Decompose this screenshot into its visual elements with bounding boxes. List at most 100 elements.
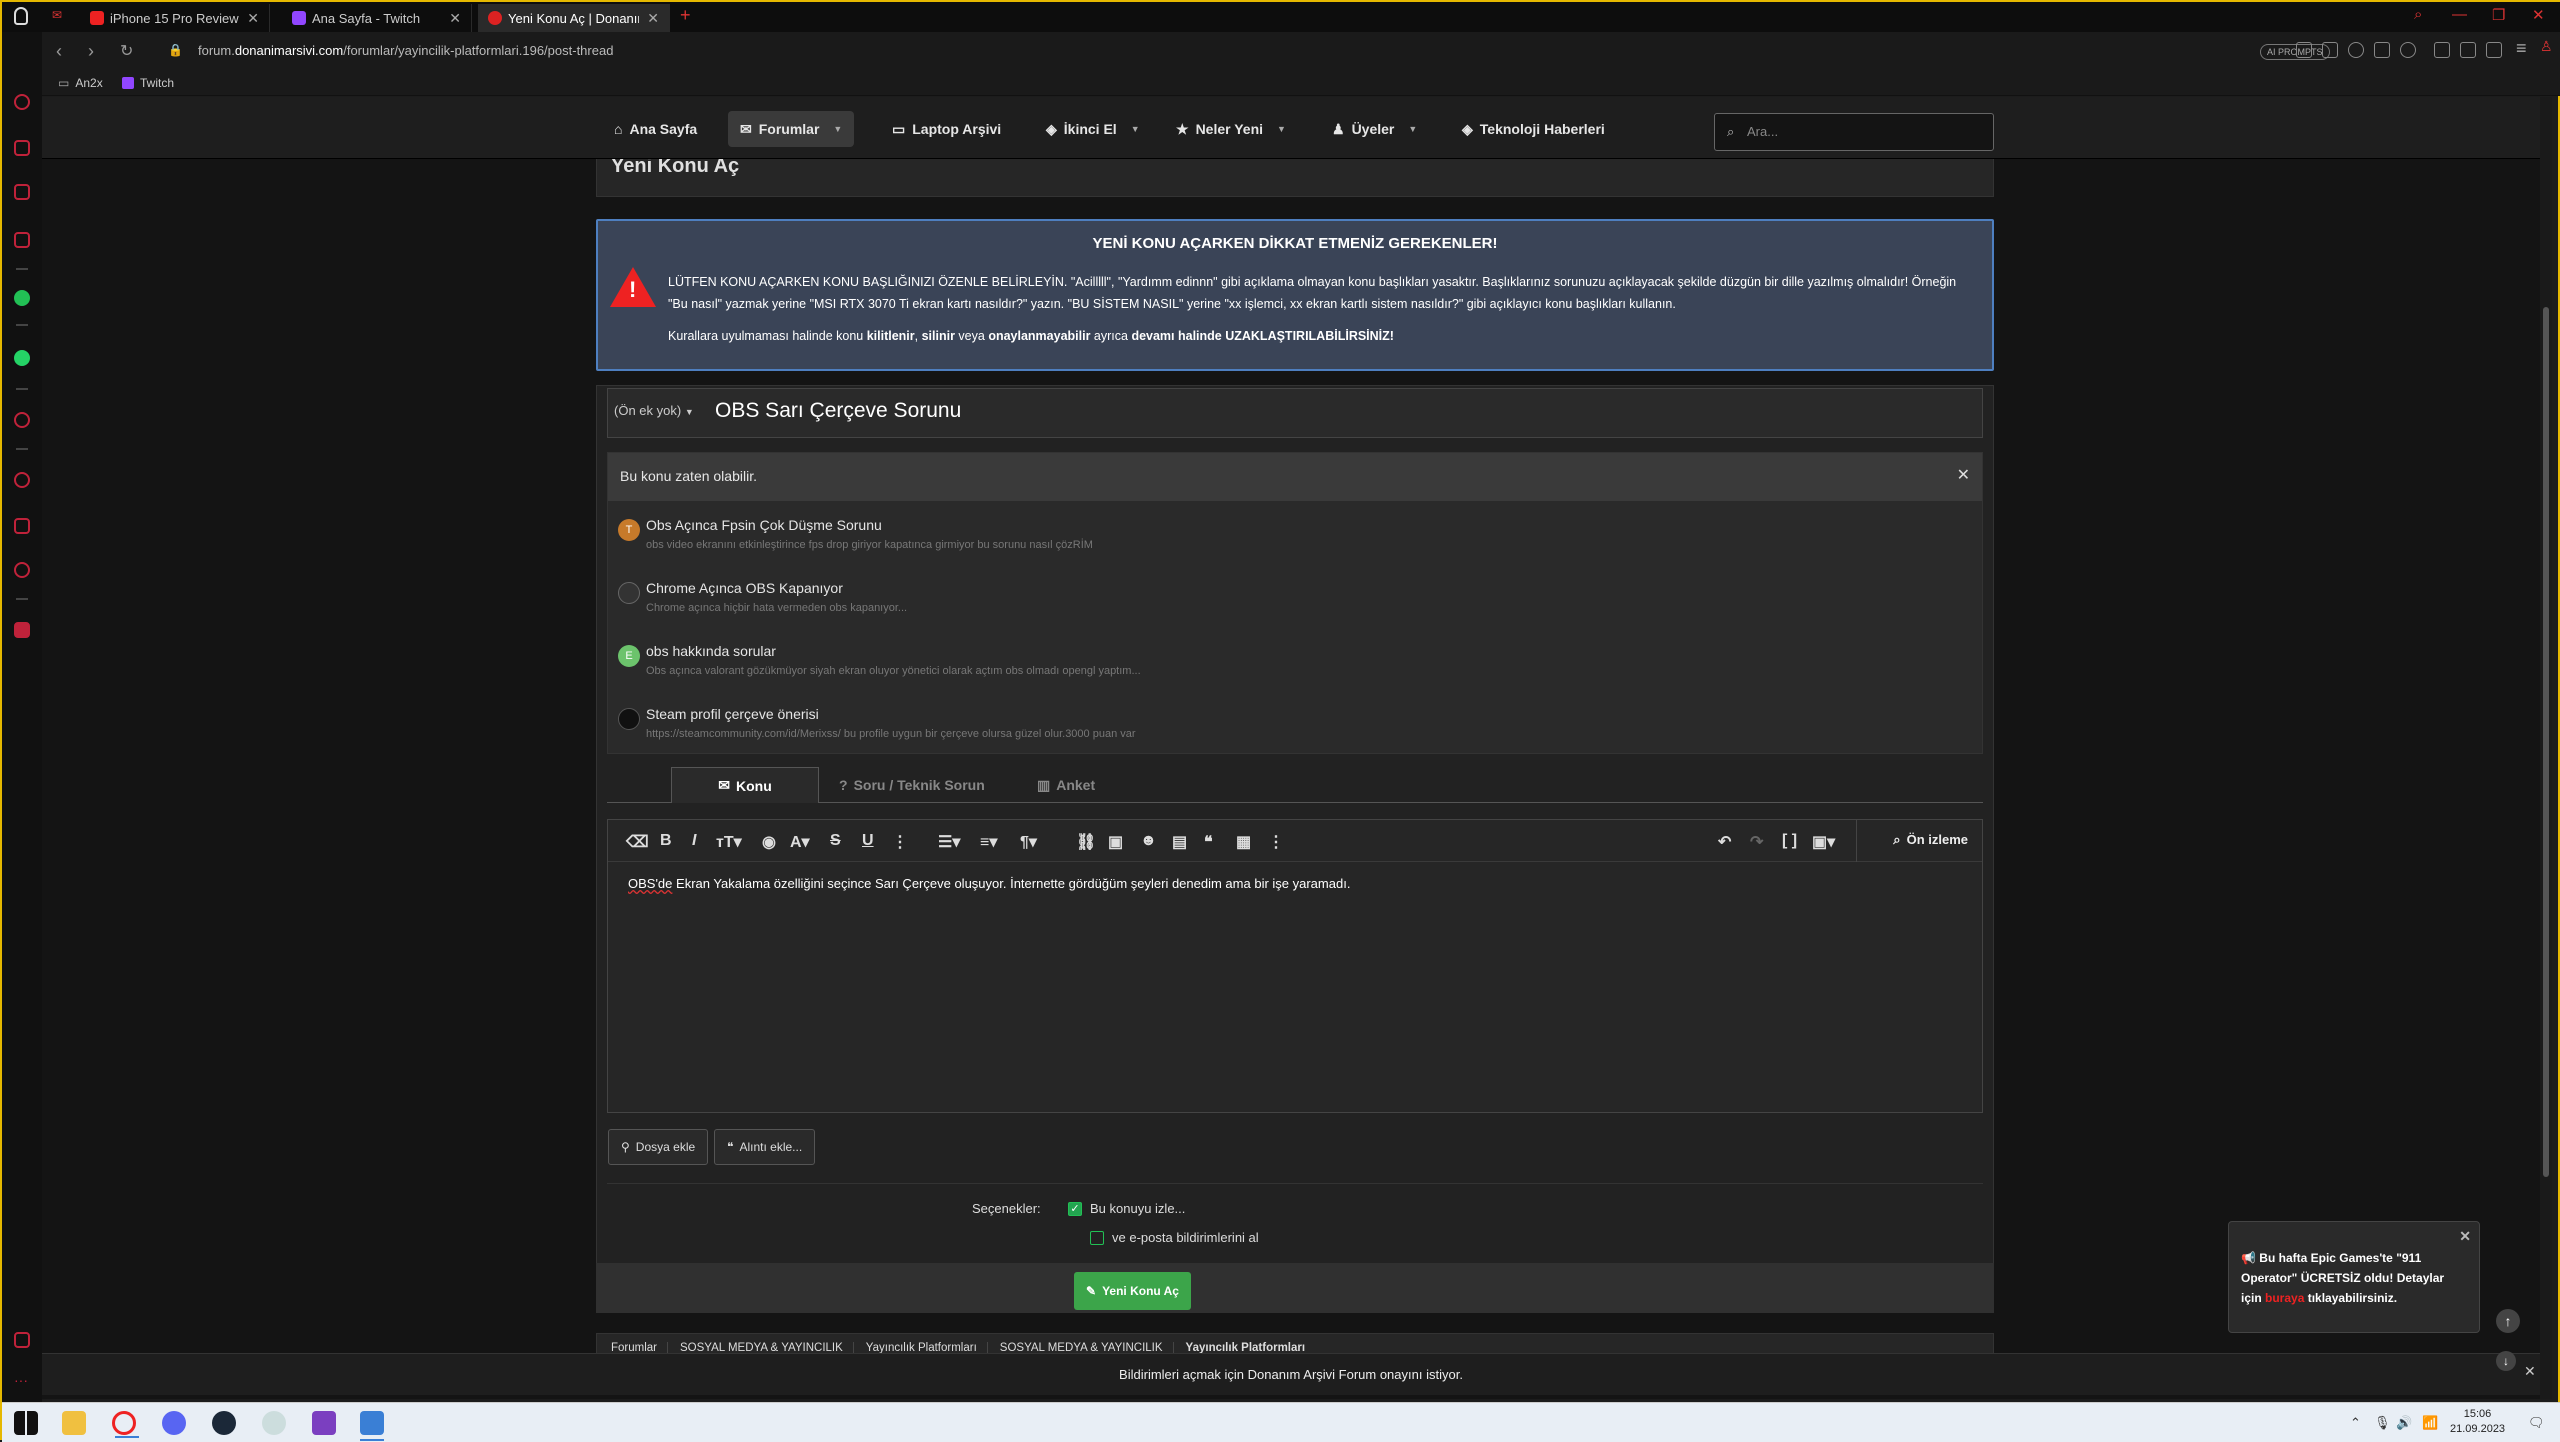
save-draft-icon[interactable]: ▣▾ — [1812, 832, 1835, 852]
close-icon[interactable]: ✕ — [2459, 1226, 2471, 1246]
insert-quote-button[interactable]: ❝ Alıntı ekle... — [714, 1129, 816, 1165]
app-taskbar-icon[interactable] — [262, 1411, 286, 1435]
similar-thread-title[interactable]: Obs Açınca Fpsin Çok Düşme Sorunu — [646, 517, 882, 533]
minimize-icon[interactable]: — — [2452, 6, 2467, 23]
settings-icon[interactable] — [2486, 42, 2502, 58]
maximize-icon[interactable]: ❐ — [2492, 6, 2505, 24]
player-icon[interactable] — [14, 412, 30, 428]
close-icon[interactable]: ✕ — [1957, 465, 1970, 485]
submit-thread-button[interactable]: ✎ Yeni Konu Aç — [1074, 1272, 1191, 1310]
quote-icon[interactable]: ❝ — [1204, 832, 1213, 852]
page-scrollbar[interactable] — [2540, 97, 2552, 1399]
similar-thread-item[interactable]: Steam profil çerçeve önerisi https://ste… — [618, 702, 1958, 758]
close-tab-icon[interactable]: ✕ — [449, 10, 461, 27]
edit-icon[interactable] — [2296, 42, 2312, 58]
watch-thread-label[interactable]: Bu konuyu izle... — [1090, 1201, 1185, 1216]
similar-thread-title[interactable]: Chrome Açınca OBS Kapanıyor — [646, 580, 843, 596]
tab-anket[interactable]: ▥ Anket — [1017, 767, 1115, 803]
bookmark-twitch[interactable]: Twitch — [122, 76, 174, 90]
redo-icon[interactable]: ↷ — [1750, 832, 1763, 852]
opera-gx-logo-icon[interactable] — [14, 7, 28, 25]
similar-thread-item[interactable]: T Obs Açınca Fpsin Çok Düşme Sorunu obs … — [618, 513, 1958, 569]
scroll-top-icon[interactable]: ↑ — [2496, 1309, 2520, 1333]
align-icon[interactable]: ≡▾ — [980, 832, 997, 852]
nav-laptop-arsivi[interactable]: ▭ Laptop Arşivi — [880, 111, 1013, 147]
windows-start-icon[interactable] — [14, 1411, 38, 1435]
eraser-icon[interactable]: ⌫ — [626, 832, 649, 852]
source-code-icon[interactable]: [ ] — [1782, 832, 1797, 850]
reload-icon[interactable]: ↻ — [120, 41, 133, 61]
discord-icon[interactable] — [14, 622, 30, 638]
gx-control-icon[interactable] — [14, 94, 30, 110]
instagram-icon[interactable] — [14, 232, 30, 248]
font-size-icon[interactable]: тT▾ — [716, 832, 742, 852]
close-tab-icon[interactable]: ✕ — [247, 10, 259, 27]
nav-forumlar[interactable]: ✉ Forumlar ▼ — [728, 111, 855, 147]
link-icon[interactable]: ⛓ — [1076, 832, 1096, 852]
email-notify-label[interactable]: ve e-posta bildirimlerini al — [1112, 1230, 1259, 1245]
play-icon[interactable] — [2374, 42, 2390, 58]
tab-twitch[interactable]: Ana Sayfa - Twitch ✕ — [282, 4, 472, 32]
obs-taskbar-icon[interactable] — [312, 1411, 336, 1435]
microphone-icon[interactable]: 🎙 — [2374, 1415, 2391, 1431]
tab-konu[interactable]: ✉ Konu — [671, 767, 819, 803]
underline-icon[interactable]: U — [862, 832, 874, 850]
whatsapp-icon[interactable] — [14, 350, 30, 366]
profile-icon[interactable]: ♙ — [2540, 38, 2556, 54]
image-icon[interactable]: ▣ — [1108, 832, 1123, 852]
bold-icon[interactable]: B — [660, 832, 672, 850]
nav-uyeler[interactable]: ♟ Üyeler ▼ — [1320, 111, 1429, 147]
volume-icon[interactable]: 🔊 — [2396, 1415, 2412, 1431]
more-text-icon[interactable]: ⋮ — [892, 832, 908, 852]
more-insert-icon[interactable]: ⋮ — [1268, 832, 1284, 852]
nav-ikinci-el[interactable]: ◈ İkinci El ▼ — [1034, 111, 1152, 147]
discord-taskbar-icon[interactable] — [162, 1411, 186, 1435]
media-icon[interactable]: ▤ — [1172, 832, 1187, 852]
tray-chevron-icon[interactable]: ⌃ — [2350, 1415, 2361, 1431]
gallery-icon[interactable] — [14, 1332, 30, 1348]
chevron-down-icon[interactable]: ▼ — [1277, 124, 1286, 134]
opera-gx-taskbar-icon[interactable] — [112, 1411, 139, 1438]
nav-ana-sayfa[interactable]: ⌂ Ana Sayfa — [602, 111, 709, 147]
back-icon[interactable]: ‹ — [56, 41, 62, 62]
similar-thread-item[interactable]: Chrome Açınca OBS Kapanıyor Chrome açınc… — [618, 576, 1958, 632]
extensions-icon[interactable] — [14, 518, 30, 534]
similar-thread-item[interactable]: E obs hakkında sorular Obs açınca valora… — [618, 639, 1958, 695]
notifications-icon[interactable]: 🗨 — [2528, 1415, 2545, 1431]
search-input[interactable]: ⌕ Ara... — [1714, 113, 1994, 151]
paragraph-icon[interactable]: ¶▾ — [1020, 832, 1037, 852]
preview-button[interactable]: ⌕ Ön izleme — [1893, 832, 1968, 848]
tab-iphone-review[interactable]: iPhone 15 Pro Review - Bet ✕ — [80, 4, 270, 32]
chevron-down-icon[interactable]: ▼ — [1131, 124, 1140, 134]
scroll-down-icon[interactable]: ↓ — [2496, 1351, 2516, 1371]
heart-icon[interactable] — [2400, 42, 2416, 58]
history-icon[interactable] — [14, 472, 30, 488]
settings-sidebar-icon[interactable] — [14, 562, 30, 578]
download-icon[interactable] — [2460, 42, 2476, 58]
prefix-select[interactable]: (Ön ek yok) ▼ — [614, 403, 694, 418]
window-taskbar-icon[interactable] — [360, 1411, 384, 1441]
forward-icon[interactable]: › — [88, 41, 94, 62]
search-tabs-icon[interactable]: ⌕ — [2414, 6, 2422, 23]
email-notify-checkbox[interactable] — [1090, 1231, 1104, 1245]
steam-taskbar-icon[interactable] — [212, 1411, 236, 1435]
ai-prompts-button[interactable]: AI PROMPTS — [2260, 44, 2330, 60]
similar-thread-title[interactable]: Steam profil çerçeve önerisi — [646, 706, 819, 722]
tab-soru-teknik-sorun[interactable]: ? Soru / Teknik Sorun — [819, 767, 1005, 803]
cube-icon[interactable] — [2434, 42, 2450, 58]
table-icon[interactable]: ▦ — [1236, 832, 1251, 852]
thread-title-input[interactable]: OBS Sarı Çerçeve Sorunu — [715, 399, 961, 423]
list-icon[interactable]: ☰▾ — [938, 832, 960, 852]
nav-neler-yeni[interactable]: ★ Neler Yeni ▼ — [1164, 111, 1298, 147]
chevron-down-icon[interactable]: ▼ — [1408, 124, 1417, 134]
url-field[interactable]: forum.donanimarsivi.com/forumlar/yayinci… — [198, 43, 613, 58]
editor-body[interactable]: OBS'de Ekran Yakalama özelliğini seçince… — [628, 876, 1350, 891]
menu-icon[interactable]: ≡ — [2516, 38, 2532, 58]
close-window-icon[interactable]: ✕ — [2532, 6, 2545, 24]
sidebar-toggle-icon[interactable]: ✉ — [52, 8, 62, 22]
undo-icon[interactable]: ↶ — [1718, 832, 1731, 852]
more-icon[interactable]: ··· — [14, 1372, 28, 1388]
scrollbar-thumb[interactable] — [2543, 307, 2549, 1177]
shop-icon[interactable] — [14, 140, 30, 156]
watch-thread-checkbox[interactable]: ✓ — [1068, 1202, 1082, 1216]
